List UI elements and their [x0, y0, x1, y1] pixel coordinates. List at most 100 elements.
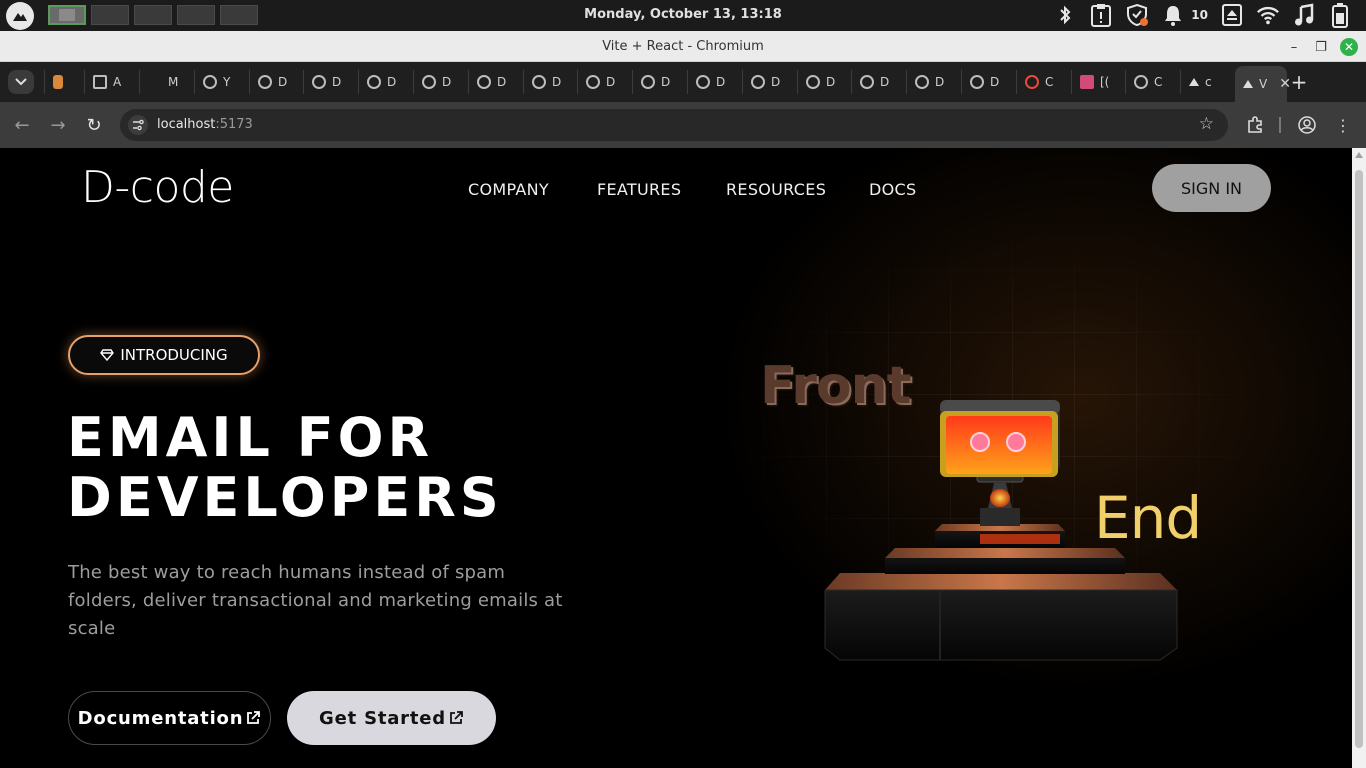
- globe-icon: [1134, 75, 1148, 89]
- notification-bell-icon[interactable]: [1161, 3, 1185, 27]
- github-icon: [477, 75, 491, 89]
- nav-resources[interactable]: RESOURCES: [726, 180, 826, 199]
- browser-tab[interactable]: D: [906, 70, 956, 94]
- back-icon[interactable]: ←: [10, 113, 34, 137]
- browser-tab[interactable]: D: [249, 70, 299, 94]
- workspace-3[interactable]: [134, 5, 172, 25]
- introducing-badge: INTRODUCING: [68, 335, 260, 375]
- browser-tab[interactable]: D: [797, 70, 847, 94]
- tab-label: D: [497, 75, 507, 89]
- browser-tab[interactable]: D: [632, 70, 682, 94]
- bluetooth-icon[interactable]: [1053, 3, 1077, 27]
- minimize-icon[interactable]: –: [1285, 38, 1303, 56]
- tab-label: C: [1045, 75, 1054, 89]
- tab-label: V: [1259, 77, 1268, 91]
- tab-strip: A M Y D D D D D D D D D D D D D D C [(Cc V ✕ +: [0, 62, 1366, 102]
- battery-icon[interactable]: [1328, 3, 1352, 28]
- tab-label: D: [332, 75, 342, 89]
- browser-tab[interactable]: D: [468, 70, 518, 94]
- profile-icon[interactable]: [1295, 113, 1319, 137]
- github-icon: [915, 75, 929, 89]
- app-icon: [53, 75, 63, 89]
- browser-tab[interactable]: A: [84, 70, 134, 94]
- get-started-label: Get Started: [319, 707, 446, 729]
- os-menu-icon[interactable]: [6, 2, 34, 30]
- folder-icon: [93, 75, 107, 89]
- browser-tab[interactable]: C: [1016, 70, 1066, 94]
- github-icon: [367, 75, 381, 89]
- chrome-icon: [1025, 75, 1039, 89]
- wifi-icon[interactable]: [1256, 3, 1280, 27]
- nav-docs[interactable]: DOCS: [869, 180, 916, 199]
- forward-icon[interactable]: →: [46, 113, 70, 137]
- headline-line-1: EMAIL FOR: [67, 406, 434, 469]
- browser-tab[interactable]: c: [1180, 70, 1230, 94]
- close-window-icon[interactable]: ✕: [1340, 38, 1358, 56]
- bookmark-star-icon[interactable]: ☆: [1199, 114, 1214, 134]
- tab-label: c: [1205, 75, 1212, 89]
- tab-label: D: [442, 75, 452, 89]
- github-icon: [860, 75, 874, 89]
- browser-tab[interactable]: V ✕: [1235, 66, 1291, 102]
- github-icon: [696, 75, 710, 89]
- nav-company[interactable]: COMPANY: [468, 180, 549, 199]
- url-text[interactable]: localhost:5173: [157, 117, 253, 132]
- browser-tab[interactable]: C: [1125, 70, 1175, 94]
- browser-tab[interactable]: M: [139, 70, 189, 94]
- browser-menu-icon[interactable]: ⋮: [1331, 113, 1355, 137]
- browser-tab[interactable]: D: [303, 70, 353, 94]
- blank-icon: [148, 75, 162, 89]
- music-icon[interactable]: [1292, 3, 1316, 27]
- headline-line-2: DEVELOPERS: [67, 466, 503, 529]
- browser-tab[interactable]: Y: [194, 70, 244, 94]
- github-icon: [258, 75, 272, 89]
- shield-icon[interactable]: [1125, 3, 1149, 27]
- diamond-icon: [100, 349, 115, 361]
- system-tray: 10: [1053, 3, 1352, 28]
- tab-label: D: [387, 75, 397, 89]
- get-started-button[interactable]: Get Started: [287, 691, 496, 745]
- tab-label: D: [606, 75, 616, 89]
- reload-icon[interactable]: ↻: [82, 113, 106, 137]
- browser-tab[interactable]: D: [358, 70, 408, 94]
- github-icon: [203, 75, 217, 89]
- documentation-label: Documentation: [77, 707, 244, 729]
- scroll-up-icon[interactable]: [1355, 152, 1363, 158]
- browser-tab[interactable]: D: [851, 70, 901, 94]
- github-icon: [422, 75, 436, 89]
- tab-search-button[interactable]: [8, 70, 34, 94]
- tab-label: [(: [1100, 75, 1110, 89]
- maximize-icon[interactable]: ❐: [1312, 38, 1330, 56]
- eject-icon[interactable]: [1220, 3, 1244, 27]
- sign-in-button[interactable]: SIGN IN: [1152, 164, 1271, 212]
- browser-tab[interactable]: D: [961, 70, 1011, 94]
- clipboard-icon[interactable]: [1089, 3, 1113, 27]
- github-icon: [532, 75, 546, 89]
- workspace-2[interactable]: [91, 5, 129, 25]
- new-tab-button[interactable]: +: [1288, 70, 1310, 94]
- workspace-5[interactable]: [220, 5, 258, 25]
- github-icon: [312, 75, 326, 89]
- tab-label: D: [826, 75, 836, 89]
- page-scrollbar[interactable]: [1352, 148, 1366, 768]
- extensions-icon[interactable]: [1243, 113, 1267, 137]
- url-port: :5173: [215, 117, 253, 132]
- browser-tab[interactable]: D: [687, 70, 737, 94]
- workspace-4[interactable]: [177, 5, 215, 25]
- browser-tab[interactable]: D: [577, 70, 627, 94]
- workspace-1[interactable]: [48, 5, 86, 25]
- documentation-button[interactable]: Documentation: [68, 691, 271, 745]
- nav-features[interactable]: FEATURES: [597, 180, 681, 199]
- address-bar[interactable]: localhost:5173 ☆: [120, 109, 1228, 141]
- notification-count: 10: [1191, 8, 1208, 22]
- site-logo[interactable]: D-code: [81, 162, 234, 213]
- browser-tab[interactable]: D: [742, 70, 792, 94]
- vite-icon: [1243, 80, 1253, 88]
- scroll-thumb[interactable]: [1355, 170, 1363, 748]
- browser-tab[interactable]: [(: [1071, 70, 1121, 94]
- github-icon: [751, 75, 765, 89]
- site-info-icon[interactable]: [128, 115, 148, 135]
- browser-tab[interactable]: D: [413, 70, 463, 94]
- tab-label: D: [716, 75, 726, 89]
- browser-tab[interactable]: D: [523, 70, 573, 94]
